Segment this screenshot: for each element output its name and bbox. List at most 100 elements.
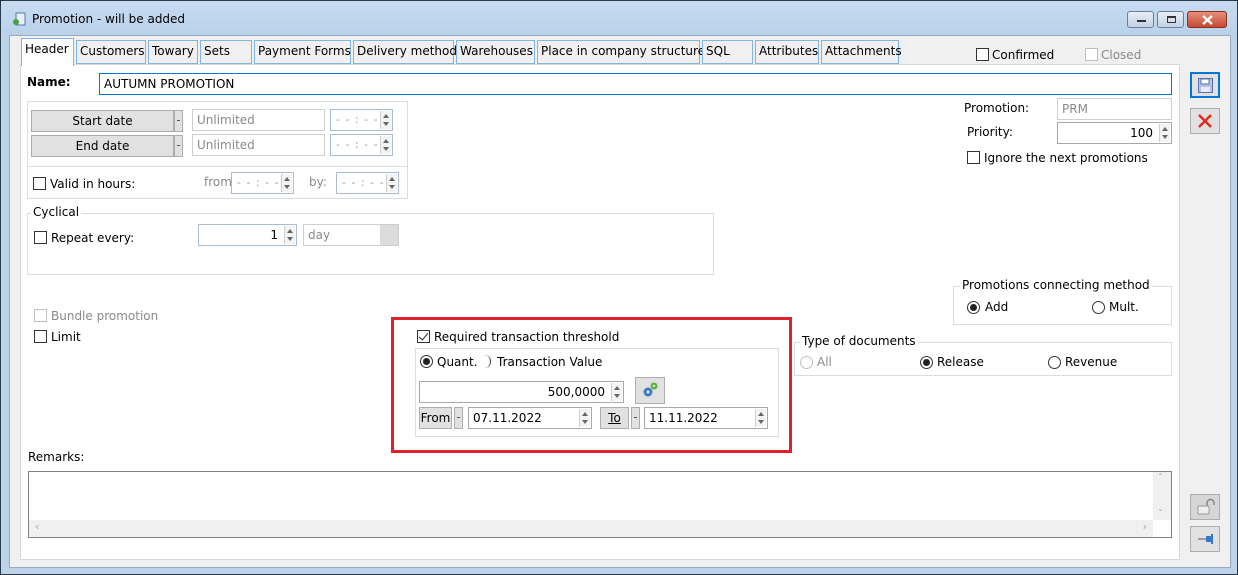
from-date-spinner[interactable] (579, 409, 590, 427)
from-hours-spinner[interactable] (281, 174, 292, 192)
end-date-dropdown[interactable] (174, 135, 183, 157)
end-date-input[interactable]: Unlimited (192, 134, 325, 156)
confirmed-checkbox[interactable] (976, 48, 989, 61)
tab-place-in-company-structure[interactable]: Place in company structure (537, 40, 705, 64)
scroll-down-icon[interactable]: ˇ (1158, 509, 1163, 520)
app-icon (13, 12, 26, 26)
minimize-button[interactable] (1127, 11, 1154, 28)
by-hours-input[interactable]: - - : - - (336, 172, 399, 194)
close-icon (1198, 114, 1212, 128)
cyclical-legend: Cyclical (31, 205, 82, 219)
end-date-button[interactable]: End date (31, 135, 174, 157)
confirmed-label: Confirmed (992, 48, 1055, 62)
scroll-right-icon[interactable]: › (1143, 520, 1147, 533)
maximize-icon (1167, 16, 1176, 23)
connecting-method-legend: Promotions connecting method (960, 278, 1152, 292)
to-date-input[interactable]: 11.11.2022 (644, 407, 768, 429)
tab-towary[interactable]: Towary (148, 40, 198, 64)
lock-button[interactable] (1190, 494, 1220, 520)
to-date-button[interactable]: To (600, 407, 629, 429)
by-hours-spinner[interactable] (386, 174, 397, 192)
from-date-dropdown[interactable] (454, 407, 463, 429)
start-date-button[interactable]: Start date (31, 110, 174, 132)
dates-divider (28, 166, 407, 167)
dates-group: Start date Unlimited - - : - - End date … (27, 101, 408, 199)
bundle-promotion-label: Bundle promotion (51, 309, 159, 323)
scroll-up-icon[interactable]: ˆ (1158, 473, 1163, 484)
repeat-every-label: Repeat every: (51, 231, 135, 245)
closed-label: Closed (1101, 48, 1142, 62)
from-date-button[interactable]: From (419, 407, 452, 429)
valid-in-hours-label: Valid in hours: (50, 177, 136, 191)
remarks-horizontal-scrollbar[interactable]: ‹ › (29, 520, 1153, 537)
name-label: Name: (27, 75, 71, 89)
priority-spinner[interactable] (1159, 124, 1170, 142)
from-hours-input[interactable]: - - : - - (231, 172, 294, 194)
tab-sets[interactable]: Sets (200, 40, 252, 64)
start-date-dropdown[interactable] (174, 110, 183, 132)
limit-checkbox[interactable] (34, 330, 47, 343)
quant-label: Quant. (437, 355, 478, 369)
tab-delivery-method[interactable]: Delivery method (353, 40, 457, 64)
ignore-next-label: Ignore the next promotions (984, 151, 1148, 165)
connect-mult-radio[interactable] (1092, 301, 1105, 314)
from-date-input[interactable]: 07.11.2022 (468, 407, 592, 429)
quant-radio[interactable] (420, 355, 433, 368)
tab-header[interactable]: Header (21, 38, 74, 66)
promotion-code-label-2: Promotion: (964, 101, 1030, 115)
valid-in-hours-checkbox[interactable] (33, 177, 46, 190)
pin-button[interactable] (1190, 526, 1220, 552)
doc-all-radio[interactable] (800, 356, 813, 369)
start-date-input[interactable]: Unlimited (192, 109, 325, 131)
limit-label: Limit (51, 330, 81, 344)
repeat-count-spinner[interactable] (284, 226, 295, 244)
repeat-count-input[interactable]: 1 (198, 224, 297, 246)
repeat-every-checkbox[interactable] (34, 231, 47, 244)
threshold-amount-input[interactable]: 500,0000 (419, 381, 624, 403)
cancel-button[interactable] (1190, 108, 1220, 134)
tab-sql[interactable]: SQL (702, 40, 753, 64)
unlock-icon (1197, 498, 1215, 515)
doc-release-radio[interactable] (920, 356, 933, 369)
name-input[interactable]: AUTUMN PROMOTION (99, 73, 1172, 95)
priority-label: Priority: (967, 125, 1013, 139)
repeat-unit-select[interactable]: day (303, 224, 399, 246)
threshold-amount-spinner[interactable] (611, 383, 622, 401)
to-date-spinner[interactable] (755, 409, 766, 427)
remarks-vertical-scrollbar[interactable]: ˆ ˇ (1153, 472, 1171, 520)
remarks-textarea[interactable]: ‹ › ˆ ˇ (28, 471, 1172, 538)
connect-mult-label: Mult. (1109, 300, 1139, 314)
scroll-left-icon[interactable]: ‹ (35, 520, 39, 533)
tab-warehouses[interactable]: Warehouses (456, 40, 535, 64)
doc-all-label: All (817, 355, 832, 369)
to-date-dropdown[interactable] (631, 407, 640, 429)
required-threshold-checkbox[interactable] (417, 330, 430, 343)
save-button[interactable] (1190, 72, 1220, 98)
connect-add-radio[interactable] (967, 301, 980, 314)
document-types-legend: Type of documents (800, 334, 918, 348)
chevron-down-icon (380, 225, 398, 245)
window-title: Promotion - will be added (32, 12, 186, 26)
start-time-input[interactable]: - - : - - (330, 109, 393, 131)
priority-input[interactable]: 100 (1057, 122, 1172, 144)
close-window-button[interactable] (1187, 11, 1227, 28)
start-time-spinner[interactable] (380, 111, 391, 129)
title-bar[interactable]: Promotion - will be added (1, 1, 1237, 35)
minimize-icon (1137, 20, 1146, 22)
ignore-next-checkbox[interactable] (967, 151, 980, 164)
threshold-settings-button[interactable] (635, 377, 665, 404)
gears-icon (643, 382, 658, 397)
tab-customers[interactable]: Customers (76, 40, 146, 64)
tab-attachments[interactable]: Attachments (821, 40, 902, 64)
tab-attributes[interactable]: Attributes (755, 40, 819, 64)
by-hours-label: by: (309, 175, 327, 189)
doc-revenue-radio[interactable] (1048, 356, 1061, 369)
connect-add-label: Add (985, 300, 1009, 314)
closed-checkbox[interactable] (1085, 48, 1098, 61)
bundle-promotion-checkbox[interactable] (34, 309, 47, 322)
end-time-spinner[interactable] (380, 136, 391, 154)
transaction-value-label: Transaction Value (497, 355, 603, 369)
end-time-input[interactable]: - - : - - (330, 134, 393, 156)
tab-payment-forms[interactable]: Payment Forms (254, 40, 351, 64)
maximize-button[interactable] (1157, 11, 1184, 28)
